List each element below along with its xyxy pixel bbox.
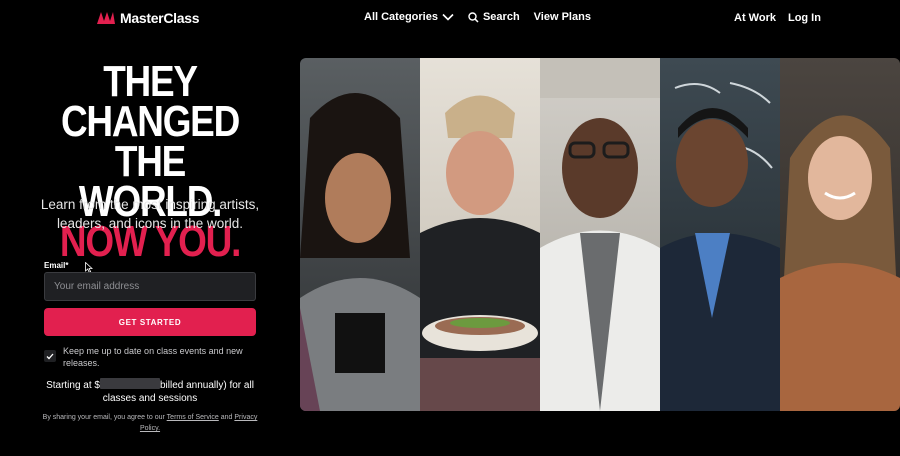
updates-checkbox[interactable] [44, 350, 56, 362]
search-icon [468, 11, 479, 23]
at-work-link[interactable]: At Work [734, 12, 776, 24]
site-header: MasterClass All Categories Search View P… [0, 0, 900, 36]
instructor-portrait-2 [420, 58, 540, 411]
pricing-text: Starting at $ billed annually) for all cl… [44, 378, 256, 405]
logo-text: MasterClass [120, 10, 200, 26]
log-in-link[interactable]: Log In [788, 12, 821, 24]
instructor-portrait-5 [780, 58, 900, 411]
checkmark-icon [46, 353, 54, 359]
redacted-price [99, 378, 160, 389]
search-label: Search [482, 11, 520, 23]
headline-line-1: THEY CHANGED [60, 57, 240, 146]
instructors-hero-image [300, 58, 900, 411]
email-input[interactable] [44, 272, 256, 301]
view-plans-label: View Plans [533, 11, 591, 23]
all-categories-label: All Categories [364, 11, 438, 23]
hero-subtext: Learn from the most inspiring artists, l… [40, 197, 260, 231]
all-categories-menu[interactable]: All Categories [364, 11, 454, 23]
main-nav: All Categories Search View Plans [364, 11, 591, 23]
instructor-portrait-4 [660, 58, 780, 411]
masterclass-logo[interactable]: MasterClass [96, 10, 200, 26]
view-plans-link[interactable]: View Plans [534, 11, 591, 23]
terms-of-service-link[interactable]: Terms of Service [167, 414, 219, 421]
email-label: Email* [44, 261, 69, 270]
instructor-portrait-3 [540, 58, 660, 411]
account-nav: At Work Log In [734, 12, 821, 24]
masterclass-logo-icon [97, 12, 115, 24]
legal-and: and [220, 414, 233, 421]
legal-prefix: By sharing your email, you agree to our [42, 414, 165, 421]
pricing-prefix: Starting at $ [46, 380, 100, 391]
get-started-button[interactable]: GET STARTED [44, 308, 256, 336]
instructor-portrait-1 [300, 58, 420, 411]
updates-checkbox-label: Keep me up to date on class events and n… [63, 346, 243, 368]
search-button[interactable]: Search [468, 11, 520, 23]
legal-disclaimer: By sharing your email, you agree to our … [40, 412, 260, 434]
chevron-down-icon [442, 13, 454, 21]
